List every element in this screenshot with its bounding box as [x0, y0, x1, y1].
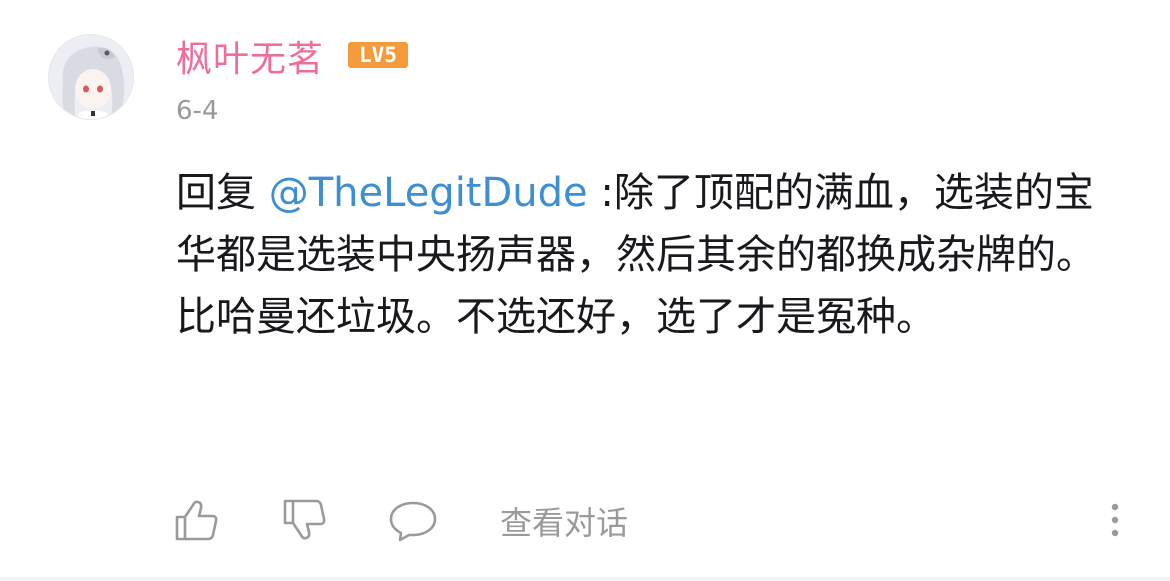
reply-button[interactable] — [388, 490, 438, 550]
username[interactable]: 枫叶无茗 — [176, 30, 324, 82]
more-vertical-icon — [1111, 503, 1119, 537]
reply-prefix: 回复 — [176, 170, 269, 216]
thumbs-up-icon — [175, 500, 218, 541]
like-button[interactable] — [174, 490, 220, 550]
thumbs-down-icon — [283, 499, 326, 540]
comment-content: 回复 @TheLegitDude :除了顶配的满血，选装的宝华都是选装中央扬声器… — [176, 162, 1121, 348]
more-options-button[interactable] — [1100, 490, 1130, 550]
avatar[interactable] — [48, 34, 134, 120]
view-conversation-link[interactable]: 查看对话 — [500, 498, 628, 544]
avatar-illustration — [49, 35, 133, 119]
comment-bubble-icon — [389, 501, 437, 542]
comment-date: 6-4 — [176, 96, 219, 126]
level-badge: LV5 — [348, 42, 408, 68]
comment-actions: 查看对话 — [0, 490, 1170, 550]
divider — [0, 577, 1170, 581]
dislike-button[interactable] — [282, 490, 328, 550]
user-mention-link[interactable]: @TheLegitDude — [269, 170, 588, 216]
comment-item: 枫叶无茗 LV5 6-4 回复 @TheLegitDude :除了顶配的满血，选… — [0, 0, 1170, 581]
